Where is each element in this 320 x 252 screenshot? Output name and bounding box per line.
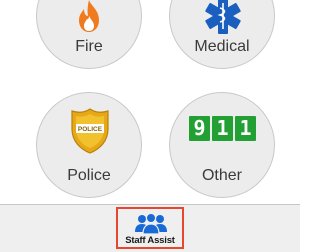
group-icon: [135, 212, 167, 234]
digit-box: 9: [189, 116, 210, 141]
bottom-tab-bar: Staff Assist: [0, 204, 300, 252]
other-button[interactable]: 9 1 1 Other: [169, 92, 275, 198]
medical-button[interactable]: Medical: [169, 0, 275, 69]
police-label: Police: [67, 167, 111, 184]
app-screen: Fire Medical POLICE Police 9 1 1 Other S…: [0, 0, 300, 252]
fire-button[interactable]: Fire: [36, 0, 142, 69]
star-of-life-icon: [205, 0, 241, 34]
fire-icon: [79, 0, 99, 32]
police-badge-icon: POLICE: [71, 108, 109, 154]
digit-box: 1: [235, 116, 256, 141]
fire-label: Fire: [75, 38, 103, 55]
other-label: Other: [201, 167, 242, 184]
police-button[interactable]: POLICE Police: [36, 92, 142, 198]
nine-one-one-icon: 9 1 1: [189, 116, 256, 141]
medical-label: Medical: [194, 38, 250, 55]
police-badge-text: POLICE: [78, 126, 103, 133]
digit-box: 1: [212, 116, 233, 141]
staff-assist-tab[interactable]: Staff Assist: [116, 207, 184, 249]
staff-assist-label: Staff Assist: [125, 235, 175, 246]
